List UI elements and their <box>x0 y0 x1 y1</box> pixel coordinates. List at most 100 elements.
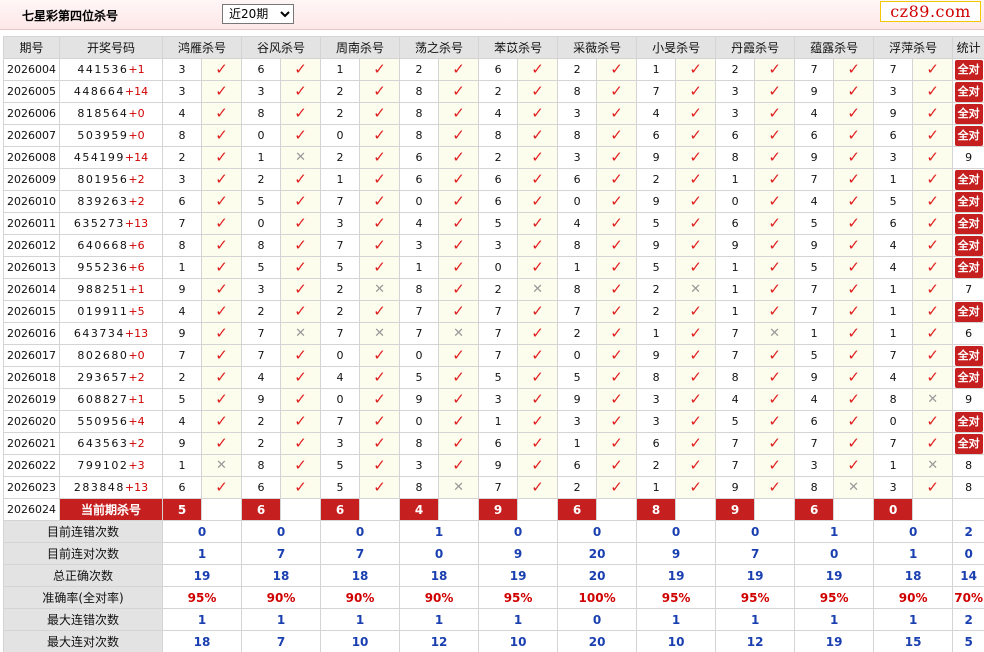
draw-number-cell: 799102+3 <box>59 454 163 477</box>
page-title: 七星彩第四位杀号 <box>22 9 119 23</box>
cross-icon: ✕ <box>280 146 322 169</box>
draw-number-cell: 643563+2 <box>59 432 163 455</box>
check-icon: ✓ <box>912 190 954 213</box>
check-icon: ✓ <box>675 80 717 103</box>
draw-number-cell: 818564+0 <box>59 102 163 125</box>
period-cell: 2026010 <box>3 190 60 213</box>
period-cell: 2026011 <box>3 212 60 235</box>
column-header-expert: 采薇杀号 <box>557 36 638 59</box>
check-icon: ✓ <box>912 102 954 125</box>
check-icon: ✓ <box>754 146 796 169</box>
kill-number-cell: 6 <box>399 146 440 169</box>
summary-value: 18 <box>161 630 243 652</box>
kill-number-cell: 1 <box>873 322 914 345</box>
kill-number-cell: 2 <box>399 58 440 81</box>
kill-number-cell: 2 <box>557 58 598 81</box>
kill-number-cell: 5 <box>794 256 835 279</box>
period-cell: 2026020 <box>3 410 60 433</box>
summary-value: 0 <box>557 520 638 543</box>
kill-number-cell: 7 <box>715 454 756 477</box>
stat-cell: 8 <box>952 476 984 499</box>
kill-number-cell: 8 <box>873 388 914 411</box>
check-icon: ✓ <box>596 168 638 191</box>
all-correct-badge: 全对 <box>954 257 983 278</box>
kill-number-cell: 5 <box>873 190 914 213</box>
draw-sum: +2 <box>128 173 145 186</box>
table-row: 2026011 635273+13 7 ✓ 0 ✓ 3 ✓ 4 ✓ 5 ✓ 4 ✓ 5 ✓ 6 ✓ 5 ✓ 6 ✓ 全对 <box>3 212 984 235</box>
column-header-stat: 统计 <box>952 36 984 59</box>
kill-number-cell: 4 <box>320 366 361 389</box>
check-icon: ✓ <box>596 388 638 411</box>
kill-number-cell: 4 <box>873 256 914 279</box>
kill-number-cell: 8 <box>557 234 598 257</box>
kill-number-cell: 3 <box>478 234 519 257</box>
check-icon: ✓ <box>912 432 954 455</box>
draw-sum: +5 <box>128 305 145 318</box>
kill-number-cell: 1 <box>715 278 756 301</box>
kill-number-cell: 6 <box>873 124 914 147</box>
check-icon: ✓ <box>517 102 559 125</box>
draw-digits: 019911 <box>77 305 129 318</box>
summary-value: 95% <box>794 586 875 609</box>
check-icon: ✓ <box>280 300 322 323</box>
check-icon: ✓ <box>754 366 796 389</box>
period-cell: 2026009 <box>3 168 60 191</box>
kill-number-cell: 5 <box>636 256 677 279</box>
check-icon: ✓ <box>517 410 559 433</box>
kill-number-cell: 3 <box>636 410 677 433</box>
header-row: 期号 开奖号码 鸿雁杀号 谷风杀号 周南杀号 荡之杀号 苯苡杀号 采薇杀号 小旻杀号 丹霞杀号 蕴露… <box>3 36 984 59</box>
kill-number-cell: 0 <box>320 344 361 367</box>
kill-number-cell: 3 <box>873 146 914 169</box>
kill-number-cell: 4 <box>715 388 756 411</box>
range-select[interactable]: 近20期 <box>222 4 294 24</box>
check-icon: ✓ <box>754 102 796 125</box>
check-icon: ✓ <box>596 454 638 477</box>
kill-number-cell: 5 <box>320 256 361 279</box>
period-cell: 2026023 <box>3 476 60 499</box>
table-row: 2026020 550956+4 4 ✓ 2 ✓ 7 ✓ 0 ✓ 1 ✓ 3 ✓ 3 ✓ 5 ✓ 6 ✓ 0 ✓ 全对 <box>3 410 984 433</box>
check-icon: ✓ <box>833 432 875 455</box>
check-icon: ✓ <box>833 322 875 345</box>
kill-number-cell: 6 <box>636 124 677 147</box>
site-logo[interactable]: cz89.com <box>880 1 981 22</box>
kill-number-cell: 6 <box>478 190 519 213</box>
draw-digits: 801956 <box>77 173 129 186</box>
draw-sum: +2 <box>128 371 145 384</box>
summary-stat: 2 <box>952 608 984 631</box>
kill-number-cell: 3 <box>320 212 361 235</box>
check-icon: ✓ <box>754 432 796 455</box>
kill-number-cell: 8 <box>162 234 202 257</box>
kill-number-cell: 8 <box>794 476 835 499</box>
summary-value: 19 <box>478 564 559 587</box>
kill-number-cell: 9 <box>873 102 914 125</box>
kill-number-cell: 2 <box>557 476 598 499</box>
stat-cell: 全对 <box>952 212 984 235</box>
table-row: 2026006 818564+0 4 ✓ 8 ✓ 2 ✓ 8 ✓ 4 ✓ 3 ✓ 4 ✓ 3 ✓ 4 ✓ 9 ✓ 全对 <box>3 102 984 125</box>
stat-cell: 8 <box>952 454 984 477</box>
check-icon: ✓ <box>280 58 322 81</box>
summary-value: 90% <box>873 586 954 609</box>
check-icon: ✓ <box>912 124 954 147</box>
check-icon: ✓ <box>517 322 559 345</box>
kill-number-cell: 7 <box>241 344 282 367</box>
check-icon: ✓ <box>438 190 480 213</box>
kill-number-cell: 4 <box>794 190 835 213</box>
check-icon: ✓ <box>754 476 796 499</box>
kill-number-cell: 7 <box>478 476 519 499</box>
check-icon: ✓ <box>754 234 796 257</box>
draw-sum: +13 <box>124 481 149 494</box>
kill-number-cell: 2 <box>241 300 282 323</box>
check-icon: ✓ <box>754 212 796 235</box>
period-cell: 2026022 <box>3 454 60 477</box>
draw-digits: 293657 <box>77 371 129 384</box>
table-row: 2026009 801956+2 3 ✓ 2 ✓ 1 ✓ 6 ✓ 6 ✓ 6 ✓ 2 ✓ 1 ✓ 7 ✓ 1 ✓ 全对 <box>3 168 984 191</box>
check-icon: ✓ <box>438 212 480 235</box>
summary-value: 18 <box>320 564 401 587</box>
kill-number-cell: 6 <box>478 58 519 81</box>
check-icon: ✓ <box>596 234 638 257</box>
cross-icon: ✕ <box>200 454 243 477</box>
table-row: 2026019 608827+1 5 ✓ 9 ✓ 0 ✓ 9 ✓ 3 ✓ 9 ✓ 3 ✓ 4 ✓ 4 ✓ 8 ✕ 9 <box>3 388 984 411</box>
summary-value: 9 <box>636 542 717 565</box>
summary-row: 总正确次数 19 18 18 18 19 20 19 19 19 18 14 <box>3 564 984 587</box>
draw-digits: 955236 <box>77 261 129 274</box>
